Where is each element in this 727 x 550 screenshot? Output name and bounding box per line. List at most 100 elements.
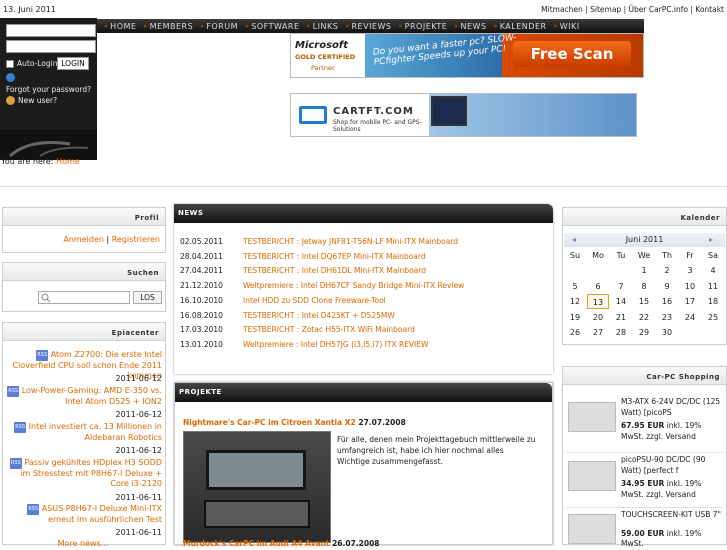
calendar-day[interactable]: 19 [564, 310, 586, 325]
calendar-day[interactable]: 3 [679, 263, 701, 278]
calendar-day[interactable]: 30 [656, 325, 678, 340]
link-sitemap[interactable]: Sitemap [590, 5, 621, 14]
nav-forum[interactable]: » FORUM [193, 22, 238, 31]
registrieren-link[interactable]: Registrieren [112, 235, 160, 244]
calendar-weekday: Tu [616, 251, 626, 260]
calendar-day[interactable]: 9 [656, 279, 678, 294]
news-row[interactable]: 27.04.2011 TESTBERICHT : Intel DH61DL Min… [180, 266, 426, 275]
calendar-day[interactable]: 27 [587, 325, 609, 340]
new-user-link[interactable]: New user? [18, 96, 57, 105]
epia-item[interactable]: RSS Passiv gekühltes HDplex H3 SODD im S… [4, 458, 162, 490]
calendar-day[interactable]: 6 [587, 279, 609, 294]
news-row[interactable]: 16.08.2010 TESTBERICHT : Intel D425KT + D… [180, 311, 395, 320]
epiacenter-title: Epiacenter [3, 323, 165, 341]
next-month-icon[interactable]: ▸ [709, 233, 713, 247]
auto-login-label: Auto-Login [17, 59, 58, 68]
search-panel: Suchen LOS [2, 262, 166, 312]
divider [566, 452, 723, 453]
rss-icon: RSS [27, 504, 40, 515]
calendar-title: Kalender [563, 208, 726, 226]
free-scan-button[interactable]: Free Scan [513, 41, 631, 67]
calendar-day[interactable]: 8 [633, 279, 655, 294]
link-mitmachen[interactable]: Mitmachen [541, 5, 583, 14]
calendar-day[interactable]: 1 [633, 263, 655, 278]
rss-icon: RSS [10, 458, 22, 469]
nav-reviews[interactable]: » REVIEWS [338, 22, 391, 31]
calendar-day[interactable]: 22 [633, 310, 655, 325]
calendar-day[interactable]: 7 [610, 279, 632, 294]
news-row[interactable]: 13.01.2010 Weltpremiere : Intel DH57JG (i… [180, 340, 428, 349]
project-title-2[interactable]: Murdock's CarPC im Audi A4 Avant 26.07.2… [183, 539, 380, 548]
calendar-day[interactable]: 23 [656, 310, 678, 325]
more-news-link[interactable]: More news... [4, 539, 162, 550]
product-item[interactable]: TOUCHSCREEN-KIT USB 7" 59.00 EUR inkl. 1… [621, 510, 723, 550]
link-about[interactable]: Über CarPC.info [629, 5, 688, 14]
search-input[interactable] [38, 291, 130, 304]
epia-item[interactable]: RSS ASUS P8H67-I Deluxe Mini-ITX erneut … [4, 504, 162, 525]
info-icon [6, 73, 15, 82]
auto-login-checkbox[interactable] [6, 59, 14, 68]
nav-kalender[interactable]: » KALENDER [487, 22, 547, 31]
link-kontakt[interactable]: Kontakt [695, 5, 724, 14]
epia-item[interactable]: RSS Low-Power-Gaming: AMD E-350 vs. Inte… [4, 386, 162, 407]
nav-members[interactable]: » MEMBERS [136, 22, 193, 31]
product-image[interactable] [568, 461, 616, 491]
ad2-sub: Shop for mobile PC- and GPS-Solutions [333, 119, 422, 133]
calendar-day[interactable]: 20 [587, 310, 609, 325]
nav-links[interactable]: » LINKS [300, 22, 339, 31]
device-image [431, 96, 467, 126]
news-row[interactable]: 16.10.2010 Intel HDD zu SDD Clone Freewar… [180, 296, 386, 305]
current-date: 13. Juni 2011 [3, 5, 56, 14]
product-item[interactable]: M3-ATX 6-24V DC/DC (125 Watt) [picoPS 67… [621, 397, 723, 442]
calendar-today[interactable]: 13 [587, 294, 609, 309]
news-row[interactable]: 17.03.2010 TESTBERICHT : Zotac H55-ITX Wi… [180, 325, 415, 334]
nav-news[interactable]: » NEWS [447, 22, 486, 31]
calendar-day[interactable]: 5 [564, 279, 586, 294]
prev-month-icon[interactable]: ◂ [572, 233, 576, 247]
calendar-day[interactable]: 15 [633, 294, 655, 309]
product-item[interactable]: picoPSU-90 DC/DC (90 Watt) [perfect f 34… [621, 455, 723, 500]
calendar-day[interactable]: 16 [656, 294, 678, 309]
epia-item[interactable]: RSS Intel investiert ca. 13 Millionen in… [4, 422, 162, 443]
main-nav: » HOME » MEMBERS » FORUM » SOFTWARE » LINKS »… [97, 19, 644, 33]
breadcrumb-home[interactable]: Home [56, 157, 80, 166]
calendar-day[interactable]: 11 [702, 279, 724, 294]
project-title[interactable]: Nightmare's Car-PC im Citroen Xantia X2 … [183, 418, 406, 427]
calendar-day[interactable]: 4 [702, 263, 724, 278]
site-logo[interactable] [0, 130, 97, 160]
calendar-day[interactable]: 14 [610, 294, 632, 309]
calendar-day[interactable]: 25 [702, 310, 724, 325]
news-row[interactable]: 02.05.2011 TESTBERICHT : Jetway JNF81-T56… [180, 237, 458, 246]
calendar-day[interactable]: 28 [610, 325, 632, 340]
nav-home[interactable]: » HOME [97, 22, 136, 31]
calendar-day[interactable]: 17 [679, 294, 701, 309]
nav-projekte[interactable]: » PROJEKTE [391, 22, 447, 31]
product-image[interactable] [568, 514, 616, 544]
calendar-day[interactable]: 21 [610, 310, 632, 325]
project-image[interactable] [183, 431, 331, 543]
news-row[interactable]: 21.12.2010 Weltpremiere : Intel DH67CF Sa… [180, 281, 464, 290]
ad-banner-slowpc[interactable]: Microsoft GOLD CERTIFIED Partner Do you … [290, 33, 644, 78]
search-button[interactable]: LOS [133, 291, 162, 304]
news-row[interactable]: 28.04.2011 TESTBERICHT : Intel DQ67EP Min… [180, 252, 426, 261]
calendar-day[interactable]: 10 [679, 279, 701, 294]
profil-title: Profil [3, 208, 165, 226]
calendar-day[interactable]: 12 [564, 294, 586, 309]
news-title: NEWS [174, 204, 553, 223]
nav-wiki[interactable]: » WIKI [547, 22, 580, 31]
ad-banner-cartft[interactable]: CARTFT.COM Shop for mobile PC- and GPS-S… [290, 93, 637, 137]
anmelden-link[interactable]: Anmelden [63, 235, 104, 244]
shop-panel: Car-PC Shopping M3-ATX 6-24V DC/DC (125 … [562, 366, 727, 548]
calendar-day[interactable]: 24 [679, 310, 701, 325]
nav-software[interactable]: » SOFTWARE [238, 22, 299, 31]
login-button[interactable]: LOGIN [57, 57, 89, 70]
calendar-day[interactable]: 2 [656, 263, 678, 278]
projekte-panel: PROJEKTE Nightmare's Car-PC im Citroen X… [174, 382, 553, 548]
product-image[interactable] [568, 402, 616, 432]
calendar-day[interactable]: 18 [702, 294, 724, 309]
forgot-password-link[interactable]: Forgot your password? [6, 85, 91, 94]
calendar-day[interactable]: 26 [564, 325, 586, 340]
username-field[interactable] [6, 24, 96, 37]
calendar-day[interactable]: 29 [633, 325, 655, 340]
password-field[interactable] [6, 40, 96, 53]
